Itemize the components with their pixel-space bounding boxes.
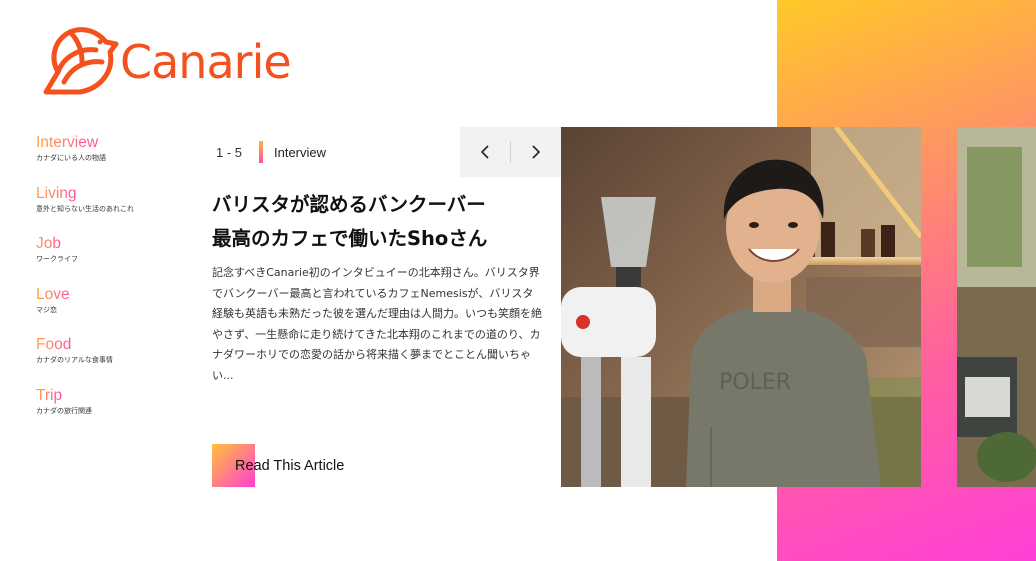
sweatshirt-print: POLER	[719, 370, 791, 395]
nav-item-label: Job	[36, 235, 61, 252]
article-photo[interactable]: POLER	[561, 127, 921, 487]
site-logo[interactable]: Canarie	[40, 22, 292, 98]
nav-item-sub: カナダにいる人の物語	[36, 154, 106, 162]
category-nav: Interview カナダにいる人の物語 Living 意外と知らない生活のあれ…	[36, 132, 186, 435]
read-article-button[interactable]: Read This Article	[212, 444, 344, 487]
next-slide-button[interactable]	[511, 127, 561, 177]
article-title-line: バリスタが認めるバンクーバー	[212, 193, 486, 216]
nav-item-sub: マジ恋	[36, 305, 57, 314]
nav-item-label: Food	[36, 336, 72, 353]
article-excerpt: 記念すべきCanarie初のインタビュイーの北本翔さん。バリスタ界でバンクーバー…	[212, 266, 542, 382]
nav-item-sub: 意外と知らない生活のあれこれ	[36, 204, 134, 213]
article-title[interactable]: バリスタが認めるバンクーバー 最高のカフェで働いたShoさん	[212, 188, 552, 256]
nav-item-love[interactable]: Love マジ恋	[36, 284, 186, 335]
bird-icon	[43, 27, 119, 95]
barista-photo-illustration: POLER	[561, 127, 921, 487]
nav-item-living[interactable]: Living 意外と知らない生活のあれこれ	[36, 183, 186, 234]
prev-slide-button[interactable]	[460, 127, 510, 177]
nav-item-job[interactable]: Job ワークライフ	[36, 233, 186, 284]
slider-pager	[460, 127, 561, 177]
next-photo-illustration	[957, 127, 1036, 487]
nav-item-food[interactable]: Food カナダのリアルな食事情	[36, 334, 186, 385]
nav-item-sub: カナダのリアルな食事情	[36, 356, 113, 364]
nav-item-sub: ワークライフ	[36, 255, 78, 263]
nav-item-trip[interactable]: Trip カナダの旅行関連	[36, 385, 186, 436]
category-accent-bar	[259, 141, 263, 163]
chevron-right-icon	[532, 145, 541, 159]
read-article-label: Read This Article	[235, 457, 345, 474]
nav-item-label: Trip	[36, 386, 63, 404]
nav-item-sub: カナダの旅行関連	[36, 406, 92, 415]
nav-item-label: Love	[36, 285, 70, 303]
nav-item-interview[interactable]: Interview カナダにいる人の物語	[36, 132, 186, 183]
nav-item-label: Living	[36, 184, 77, 202]
next-article-photo[interactable]	[957, 127, 1036, 487]
brand-name: Canarie	[120, 35, 292, 89]
nav-item-label: Interview	[36, 134, 99, 151]
slide-counter: 1 - 5	[216, 145, 243, 160]
chevron-left-icon	[480, 145, 489, 159]
article-title-line: 最高のカフェで働いたShoさん	[212, 227, 488, 250]
slide-category: Interview	[274, 145, 327, 160]
